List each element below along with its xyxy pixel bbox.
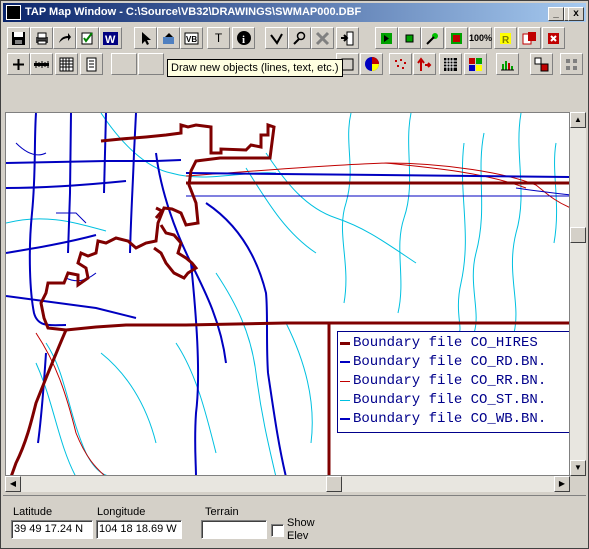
stop-green-icon[interactable] [398,27,421,49]
map-window: TAP Map Window - C:\Source\VB32\DRAWINGS… [0,0,589,549]
layer-red-icon[interactable] [518,27,541,49]
red-box-icon[interactable] [445,27,468,49]
ruler-icon[interactable] [30,53,53,75]
status-bar: Latitude 39 49 17.24 N Longitude 104 18 … [3,495,586,548]
legend-label: Boundary file CO_RD.BN. [353,354,547,370]
word-icon[interactable]: W [99,27,122,49]
minimize-button[interactable]: _ [548,7,564,21]
legend-label: Boundary file CO_HIRES [353,335,538,351]
svg-text:VB: VB [186,35,197,44]
show-elev-label-2: Elev [287,530,309,542]
scroll-right-icon[interactable]: ▶ [554,476,570,492]
legend-label: Boundary file CO_ST.BN. [353,392,547,408]
zoom-100-button[interactable]: 100% [469,27,492,49]
crosshair-icon[interactable] [7,53,30,75]
delete-x-icon[interactable] [311,27,334,49]
pin-marker-icon[interactable] [421,27,444,49]
blank-tool-button-1[interactable] [111,53,137,75]
select-pointer-icon[interactable] [134,27,157,49]
vb-object-icon[interactable]: VB [180,27,203,49]
legend-label: Boundary file CO_RR.BN. [353,373,547,389]
map-canvas[interactable]: Boundary file CO_HIRES Boundary file CO_… [5,112,570,476]
horizontal-scrollbar[interactable]: ◀ ▶ [5,476,570,492]
map-legend: Boundary file CO_HIRES Boundary file CO_… [337,331,569,433]
pie-chart-icon[interactable] [360,53,383,75]
legend-swatch [340,418,350,420]
exit-door-icon[interactable] [336,27,359,49]
scroll-corner [570,476,586,492]
legend-swatch [340,341,350,345]
table-grid-icon[interactable] [439,53,462,75]
grid-icon[interactable] [55,53,78,75]
title-bar: TAP Map Window - C:\Source\VB32\DRAWINGS… [3,3,586,22]
legend-item: Boundary file CO_RR.BN. [340,372,546,390]
info-icon[interactable]: i [232,27,255,49]
latitude-label: Latitude [13,506,53,518]
legend-item: Boundary file CO_RD.BN. [340,353,546,371]
legend-swatch [340,399,350,401]
pan-hand-icon[interactable] [157,27,180,49]
bar-chart-icon[interactable] [496,53,519,75]
show-elev-checkbox[interactable] [271,524,284,537]
legend-item: Boundary file CO_ST.BN. [340,391,546,409]
document-icon[interactable] [80,53,103,75]
legend-item: Boundary file CO_HIRES [340,334,538,352]
blank-tool-button-2[interactable] [138,53,164,75]
scatter-points-icon[interactable] [389,53,412,75]
vertical-scroll-thumb[interactable] [570,227,586,243]
close-button[interactable]: x [568,7,584,21]
app-icon[interactable] [6,5,21,20]
text-tool-icon[interactable]: T [207,27,230,49]
svg-text:W: W [105,34,116,46]
horizontal-scroll-thumb[interactable] [326,476,342,492]
terrain-field[interactable] [201,520,267,539]
show-elev-label: Show [287,517,315,529]
scroll-up-icon[interactable]: ▲ [570,112,586,128]
longitude-label: Longitude [97,506,146,518]
arrows-red-icon[interactable] [413,53,436,75]
svg-text:i: i [242,34,245,46]
tooltip: Draw new objects (lines, text, etc.) [167,59,343,77]
window-title: TAP Map Window - C:\Source\VB32\DRAWINGS… [25,6,362,18]
longitude-field[interactable]: 104 18 18.69 W [96,520,182,539]
vertical-scrollbar[interactable]: ▲ ▼ [570,112,586,476]
forward-arrow-icon[interactable] [53,27,76,49]
tile-windows-icon[interactable] [530,53,553,75]
edit-check-icon[interactable] [76,27,99,49]
zoom-lens-icon[interactable] [288,27,311,49]
terrain-label: Terrain [205,506,239,518]
svg-text:R: R [502,35,510,46]
legend-swatch [340,380,350,382]
color-grid-icon[interactable] [464,53,487,75]
scroll-down-icon[interactable]: ▼ [570,460,586,476]
measure-icon[interactable] [265,27,288,49]
close-red-icon[interactable] [542,27,565,49]
toolbar-main: W VB T i 100% R [3,25,586,51]
dots-grid-icon[interactable] [560,53,583,75]
scroll-left-icon[interactable]: ◀ [5,476,21,492]
legend-label: Boundary file CO_WB.BN. [353,411,547,427]
save-icon[interactable] [7,27,30,49]
print-icon[interactable] [30,27,53,49]
latitude-field[interactable]: 39 49 17.24 N [11,520,93,539]
legend-item: Boundary file CO_WB.BN. [340,410,546,428]
star-yellow-icon[interactable]: R [494,27,517,49]
legend-swatch [340,361,350,363]
play-green-icon[interactable] [375,27,398,49]
